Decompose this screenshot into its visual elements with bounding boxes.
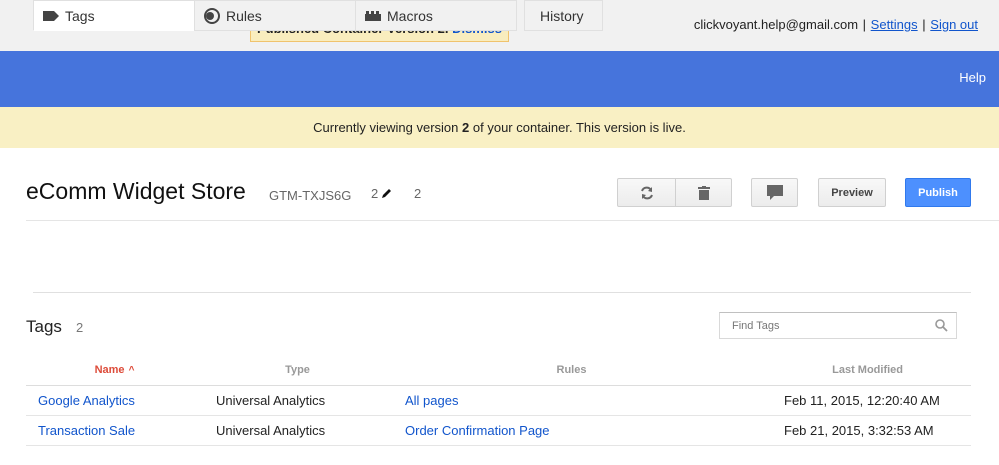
tag-name-link[interactable]: Transaction Sale xyxy=(38,423,135,438)
tag-rules-cell: Order Confirmation Page xyxy=(392,415,751,446)
version-banner-suffix: of your container. This version is live. xyxy=(472,120,686,135)
tag-name-cell: Google Analytics xyxy=(26,385,203,416)
tab-label: Tags xyxy=(65,7,95,24)
preview-button[interactable]: Preview xyxy=(818,178,886,207)
separator: | xyxy=(922,17,926,32)
search-icon[interactable] xyxy=(935,319,948,332)
settings-link[interactable]: Settings xyxy=(871,17,918,32)
account-links: clickvoyant.help@gmail.com | Settings | … xyxy=(694,17,978,32)
comment-icon xyxy=(766,185,783,200)
last-modified-cell: Feb 11, 2015, 12:20:40 AM xyxy=(751,385,971,416)
version-banner-prefix: Currently viewing version xyxy=(313,120,459,135)
section-title: Tags xyxy=(26,317,62,336)
version-number: 2 xyxy=(371,186,379,201)
comment-button[interactable] xyxy=(751,178,798,207)
header-bar: Help xyxy=(0,51,999,107)
version-banner-number: 2 xyxy=(462,120,470,135)
find-tags-box xyxy=(719,312,957,339)
publish-button[interactable]: Publish xyxy=(905,178,971,207)
tab-rules[interactable]: Rules xyxy=(194,0,356,31)
header-divider xyxy=(26,220,999,221)
column-header-last-modified[interactable]: Last Modified xyxy=(751,355,971,386)
container-id: GTM-TXJS6G xyxy=(269,188,352,203)
refresh-button[interactable] xyxy=(617,178,676,207)
pencil-icon xyxy=(382,189,392,198)
table-row: Google Analytics Universal Analytics All… xyxy=(26,385,971,416)
column-header-name[interactable]: Name ^ xyxy=(26,355,203,386)
tab-tags[interactable]: Tags xyxy=(33,0,195,31)
tag-name-link[interactable]: Google Analytics xyxy=(38,393,135,408)
tab-history[interactable]: History xyxy=(524,0,603,31)
tab-macros[interactable]: Macros xyxy=(355,0,517,31)
table-header-row: Name ^ Type Rules Last Modified xyxy=(26,355,971,386)
tab-label: Rules xyxy=(226,7,262,24)
macros-icon xyxy=(365,10,381,21)
account-email: clickvoyant.help@gmail.com xyxy=(693,17,859,32)
column-header-rules[interactable]: Rules xyxy=(392,355,751,386)
version-count: 2 xyxy=(414,186,422,201)
tab-label: Macros xyxy=(387,7,433,24)
action-button-group xyxy=(617,178,732,207)
tag-rules-cell: All pages xyxy=(392,385,751,416)
tab-label: History xyxy=(540,7,584,24)
tab-divider xyxy=(33,292,971,293)
tag-count: 2 xyxy=(76,320,84,335)
version-edit[interactable]: 2 xyxy=(371,186,392,201)
tag-type-cell: Universal Analytics xyxy=(203,415,392,446)
rule-link[interactable]: All pages xyxy=(405,393,458,408)
sign-out-link[interactable]: Sign out xyxy=(930,17,978,32)
tag-name-cell: Transaction Sale xyxy=(26,415,203,446)
separator: | xyxy=(862,17,867,32)
column-header-label: Name xyxy=(94,363,125,376)
sort-ascending-icon: ^ xyxy=(128,364,135,376)
search-input[interactable] xyxy=(720,313,920,338)
trash-icon xyxy=(697,185,710,200)
column-header-type[interactable]: Type xyxy=(203,355,392,386)
delete-button[interactable] xyxy=(676,178,732,207)
rule-link[interactable]: Order Confirmation Page xyxy=(405,423,550,438)
tag-icon xyxy=(43,10,59,21)
table-row: Transaction Sale Universal Analytics Ord… xyxy=(26,415,971,446)
rules-icon xyxy=(204,7,220,24)
version-banner: Currently viewing version 2 of your cont… xyxy=(0,107,999,148)
tag-type-cell: Universal Analytics xyxy=(203,385,392,416)
last-modified-cell: Feb 21, 2015, 3:32:53 AM xyxy=(751,415,971,446)
help-link[interactable]: Help xyxy=(959,70,986,85)
container-name: eComm Widget Store xyxy=(26,178,246,204)
tags-table: Name ^ Type Rules Last Modified Google An… xyxy=(26,355,971,446)
refresh-icon xyxy=(640,186,653,199)
